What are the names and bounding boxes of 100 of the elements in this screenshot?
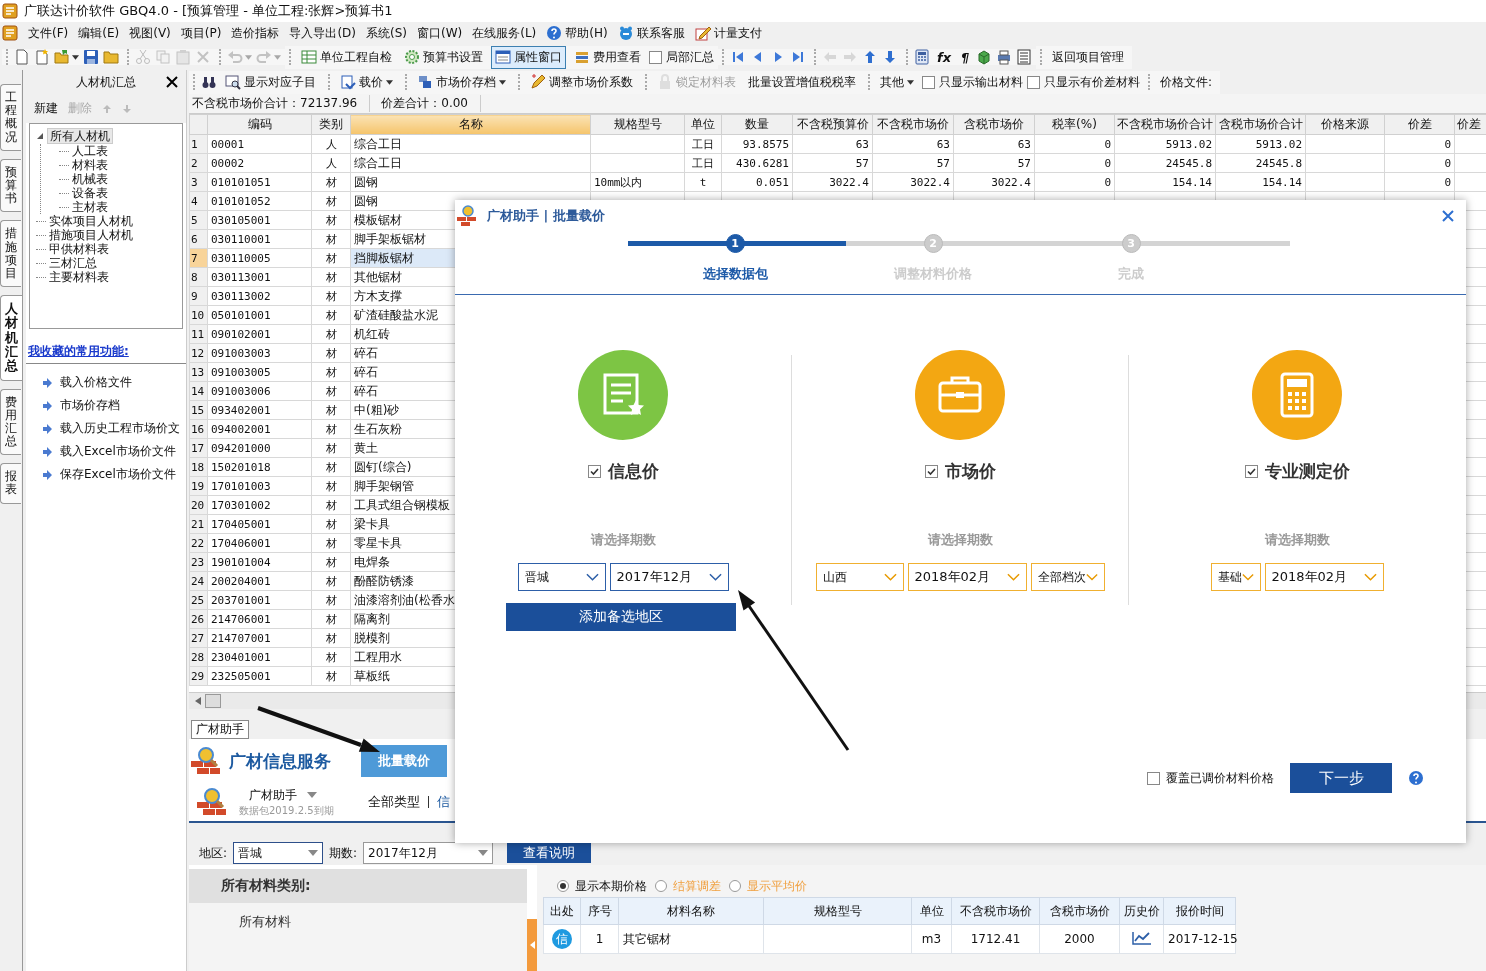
toolbar-glyph[interactable]: ¶	[958, 49, 973, 65]
shortcut-link[interactable]: 保存Excel市场价文件	[60, 466, 176, 483]
price-type-label[interactable]: 专业测定价	[1264, 460, 1350, 483]
menu-item[interactable]: 视图(V)	[129, 24, 171, 42]
help-icon[interactable]	[546, 25, 563, 41]
dropdown[interactable]: 2018年02月	[907, 563, 1027, 591]
column-header[interactable]: 税率(%)	[1034, 114, 1115, 135]
folder-icon[interactable]	[103, 49, 119, 65]
toolbar-glyph[interactable]: fx	[934, 49, 955, 65]
line-chart-icon[interactable]	[1131, 930, 1152, 945]
column-header[interactable]: 名称	[350, 114, 591, 135]
shortcut-link[interactable]: 载入历史工程市场价文	[60, 420, 180, 437]
dropdown[interactable]: 2017年12月	[609, 563, 729, 591]
checkbox[interactable]	[1147, 771, 1160, 785]
checkbox[interactable]	[587, 465, 601, 478]
mascot-icon[interactable]	[617, 25, 634, 41]
menu-item[interactable]: 系统(S)	[366, 24, 407, 42]
dropdown[interactable]: 晋城	[233, 842, 324, 864]
add-region-button[interactable]: 添加备选地区	[506, 603, 736, 631]
calculator-icon[interactable]	[914, 49, 930, 65]
new-document-icon[interactable]	[34, 49, 50, 65]
menu-item[interactable]: 窗口(W)	[417, 24, 463, 42]
pen-paper-icon[interactable]	[694, 25, 711, 41]
side-tab[interactable]: 措施项目	[0, 220, 21, 288]
window-icon[interactable]	[495, 49, 511, 65]
tree-item[interactable]: 主材表	[72, 200, 108, 214]
checkbox[interactable]	[649, 50, 662, 64]
tree-item[interactable]: 主要材料表	[49, 270, 109, 284]
checkbox-label[interactable]: 覆盖已调价材料价格	[1166, 769, 1274, 787]
dropdown[interactable]: 晋城	[517, 563, 606, 591]
panel-tab[interactable]: 广材助手	[191, 720, 249, 739]
radio-label[interactable]: 显示本期价格	[575, 877, 647, 895]
tree-item[interactable]: 机械表	[72, 172, 108, 186]
column-header[interactable]: 价格来源	[1305, 114, 1385, 135]
menu-item[interactable]: 造价指标	[231, 24, 280, 42]
checkbox[interactable]	[922, 75, 935, 89]
category-link[interactable]: 信	[436, 793, 450, 811]
dropdown[interactable]: 2018年02月	[1264, 563, 1384, 591]
checkbox-label[interactable]: 只显示有价差材料	[1044, 73, 1140, 91]
menu-icon-button[interactable]	[54, 49, 79, 65]
list-icon[interactable]	[1016, 49, 1033, 65]
category-item[interactable]: 所有材料	[189, 903, 527, 931]
tree-item[interactable]: 甲供材料表	[49, 242, 109, 256]
shortcut-link[interactable]: 市场价存档	[60, 397, 120, 414]
app-menu-icon[interactable]	[2, 25, 18, 41]
menu-item[interactable]: 文件(F)	[28, 24, 69, 42]
shortcut-link[interactable]: 载入Excel市场价文件	[60, 443, 176, 460]
dropdown[interactable]: 基础	[1210, 563, 1261, 591]
document-icon[interactable]	[14, 49, 30, 65]
menu-item[interactable]: 在线服务(L)	[472, 24, 537, 42]
side-tab[interactable]: 工程概况	[0, 84, 21, 151]
tree-item[interactable]: 材料表	[72, 158, 108, 172]
menu-item[interactable]: 导入导出(D)	[289, 24, 356, 42]
close-icon[interactable]	[166, 76, 178, 88]
step-label[interactable]: 选择数据包	[702, 265, 768, 283]
help-button[interactable]: 查看说明	[507, 843, 592, 863]
price-type-label[interactable]: 信息价	[607, 460, 659, 483]
next-button[interactable]: 下一步	[1290, 763, 1392, 793]
pencil-icon[interactable]	[530, 74, 546, 90]
column-header[interactable]: 不含税预算价	[792, 114, 873, 135]
column-header[interactable]: 类别	[311, 114, 351, 135]
dropdown[interactable]: 2017年12月	[363, 842, 494, 864]
collapse-handle[interactable]	[527, 919, 537, 971]
menu-item[interactable]: 编辑(E)	[78, 24, 120, 42]
table-check-icon[interactable]	[301, 49, 317, 65]
toolbar-button[interactable]: 其他	[876, 70, 918, 94]
dropdown[interactable]: 山西	[815, 563, 904, 591]
side-tab[interactable]: 人材机汇总	[0, 295, 22, 381]
checkbox-label[interactable]: 局部汇总	[666, 48, 714, 66]
side-tab[interactable]: 报表	[0, 463, 21, 504]
scroll-left-icon[interactable]	[195, 697, 201, 705]
skip-end-icon[interactable]	[790, 49, 806, 65]
radio-button[interactable]	[655, 880, 667, 892]
category-link[interactable]: 全部类型	[367, 793, 420, 811]
scroll-thumb[interactable]	[205, 694, 221, 708]
tree-item[interactable]: 人工表	[72, 144, 108, 158]
toolbar-button[interactable]: 单位工程自检	[297, 45, 396, 69]
checkbox[interactable]	[1027, 75, 1040, 89]
tree-item[interactable]: 三材汇总	[49, 256, 97, 270]
price-type-label[interactable]: 市场价	[944, 460, 996, 483]
cube-icon[interactable]	[976, 49, 993, 65]
column-header[interactable]: 编码	[207, 114, 312, 135]
column-header[interactable]: 不含税市场价	[872, 114, 954, 135]
printer-icon[interactable]	[996, 49, 1013, 65]
collapse-triangle-icon[interactable]	[36, 132, 44, 140]
shortcut-link[interactable]: 载入价格文件	[60, 374, 132, 391]
radio-button[interactable]	[729, 880, 741, 892]
column-header[interactable]: 不含税市场价合计	[1114, 114, 1216, 135]
magnifier-window-icon[interactable]	[225, 74, 241, 90]
column-header[interactable]: 含税市场价合计	[1215, 114, 1306, 135]
checkbox[interactable]	[1244, 465, 1258, 478]
toolbar-button[interactable]: 费用查看	[570, 45, 645, 69]
column-header[interactable]: 规格型号	[590, 114, 685, 135]
dropdown[interactable]: 全部档次	[1030, 563, 1105, 591]
menu-item[interactable]: 联系客服	[617, 24, 685, 42]
radio-button[interactable]	[557, 880, 569, 892]
column-header[interactable]: 含税市场价	[953, 114, 1035, 135]
account-menu[interactable]: 广材助手	[239, 786, 334, 804]
checkbox[interactable]	[924, 465, 938, 478]
menu-item[interactable]: 计量支付	[694, 24, 762, 42]
